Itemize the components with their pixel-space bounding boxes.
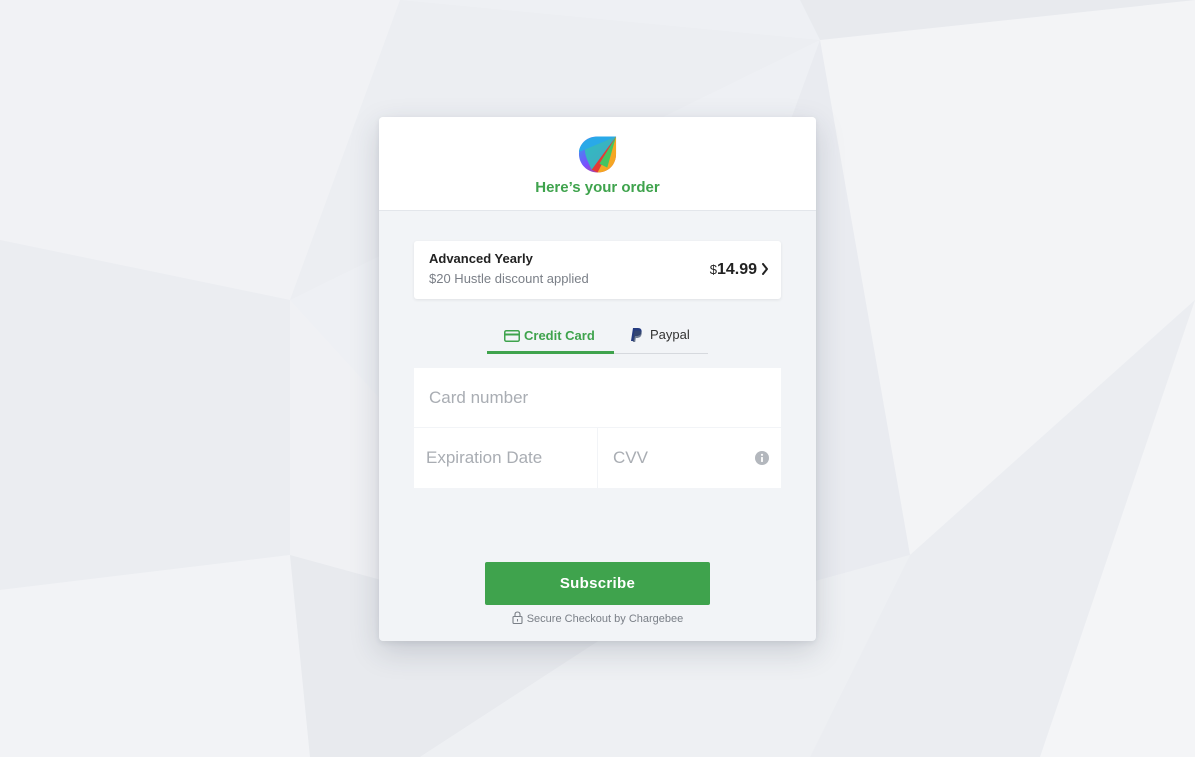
price-amount: 14.99	[716, 261, 757, 278]
tab-paypal-label: Paypal	[650, 327, 690, 342]
card-number-input[interactable]	[414, 368, 781, 427]
chevron-right-icon[interactable]	[761, 263, 769, 275]
paypal-icon	[631, 328, 642, 342]
plan-discount: $20 Hustle discount applied	[429, 271, 589, 286]
price-currency: $	[709, 262, 717, 277]
payment-method-tabs: Credit Card Paypal	[487, 322, 708, 354]
plan-summary-card[interactable]: Advanced Yearly $20 Hustle discount appl…	[414, 241, 781, 299]
leaf-logo-icon	[578, 136, 617, 173]
plan-name: Advanced Yearly	[429, 251, 533, 266]
cvv-input[interactable]	[598, 428, 781, 488]
lock-icon	[512, 611, 523, 624]
expiration-date-input[interactable]	[414, 428, 597, 488]
subscribe-button[interactable]: Subscribe	[485, 562, 710, 605]
tab-paypal[interactable]: Paypal	[614, 322, 708, 354]
credit-card-icon	[504, 330, 520, 342]
tab-credit-card-label: Credit Card	[524, 328, 595, 343]
modal-header: Here’s your order	[379, 117, 816, 211]
secure-checkout-note: Secure Checkout by Chargebee	[379, 611, 816, 625]
secure-checkout-text: Secure Checkout by Chargebee	[526, 613, 684, 625]
plan-price: $14.99	[710, 261, 757, 279]
checkout-modal: Here’s your order Advanced Yearly $20 Hu…	[379, 117, 816, 641]
tab-credit-card[interactable]: Credit Card	[487, 322, 614, 354]
info-icon[interactable]	[755, 451, 769, 465]
order-title: Here’s your order	[535, 179, 660, 196]
active-tab-indicator	[487, 351, 614, 354]
